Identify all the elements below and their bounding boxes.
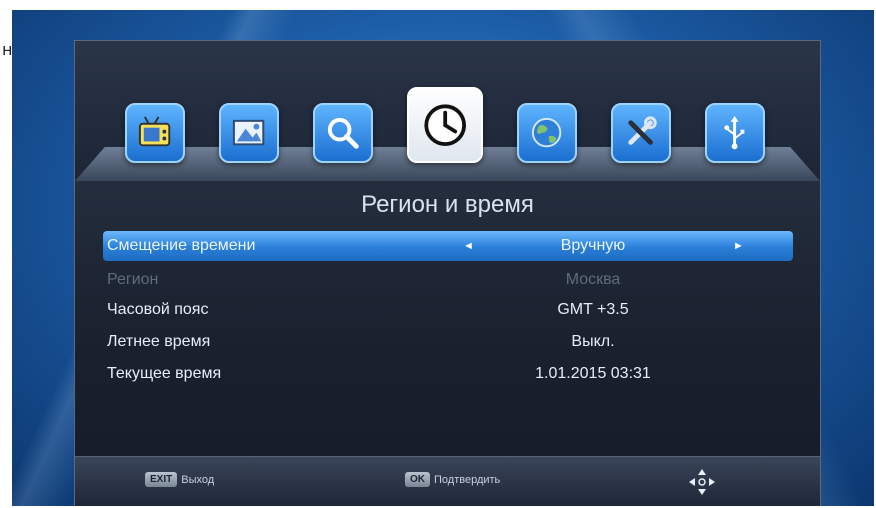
clock-icon[interactable] (407, 87, 483, 163)
setting-value: Вручную (560, 237, 626, 254)
left-arrow-icon[interactable]: ◄ (463, 240, 474, 252)
setting-label: Текущее время (107, 365, 222, 382)
search-icon[interactable] (313, 103, 373, 163)
ok-hint[interactable]: OK Подтвердить (405, 472, 500, 487)
setting-row-timezone[interactable]: Часовой пояс GMT +3.5 (103, 295, 793, 325)
setting-row-time-offset[interactable]: Смещение времени ◄ Вручную ► (103, 231, 793, 261)
tv-screen: Регион и время Смещение времени ◄ Вручну… (12, 10, 874, 506)
setting-label: Часовой пояс (107, 301, 209, 318)
ok-label: Подтвердить (434, 473, 501, 486)
setting-value: Москва (565, 271, 621, 288)
exit-hint[interactable]: EXIT Выход (145, 472, 214, 487)
tv-icon[interactable] (125, 103, 185, 163)
menu-bar (75, 41, 820, 181)
menu-icon-row (125, 83, 765, 163)
tools-icon[interactable] (611, 103, 671, 163)
settings-panel: Регион и время Смещение времени ◄ Вручну… (74, 40, 821, 506)
footer-bar: EXIT Выход OK Подтвердить (75, 456, 820, 506)
right-arrow-icon[interactable]: ► (733, 240, 744, 252)
page-title: Регион и время (361, 191, 534, 218)
setting-value: GMT +3.5 (557, 301, 629, 318)
setting-label: Смещение времени (107, 237, 256, 254)
setting-label: Летнее время (107, 333, 211, 350)
stray-text: н (2, 40, 13, 59)
exit-key[interactable]: EXIT (145, 472, 178, 487)
setting-row-dst[interactable]: Летнее время Выкл. (103, 327, 793, 357)
picture-icon[interactable] (219, 103, 279, 163)
setting-value: 1.01.2015 03:31 (535, 365, 651, 382)
navigate-icon (689, 469, 715, 495)
globe-icon[interactable] (517, 103, 577, 163)
usb-icon[interactable] (705, 103, 765, 163)
setting-row-region: Регион Москва (103, 265, 793, 295)
setting-value: Выкл. (571, 333, 615, 350)
setting-label: Регион (107, 271, 159, 288)
setting-row-current-time[interactable]: Текущее время 1.01.2015 03:31 (103, 359, 793, 389)
ok-key[interactable]: OK (405, 472, 430, 487)
exit-label: Выход (181, 473, 215, 486)
